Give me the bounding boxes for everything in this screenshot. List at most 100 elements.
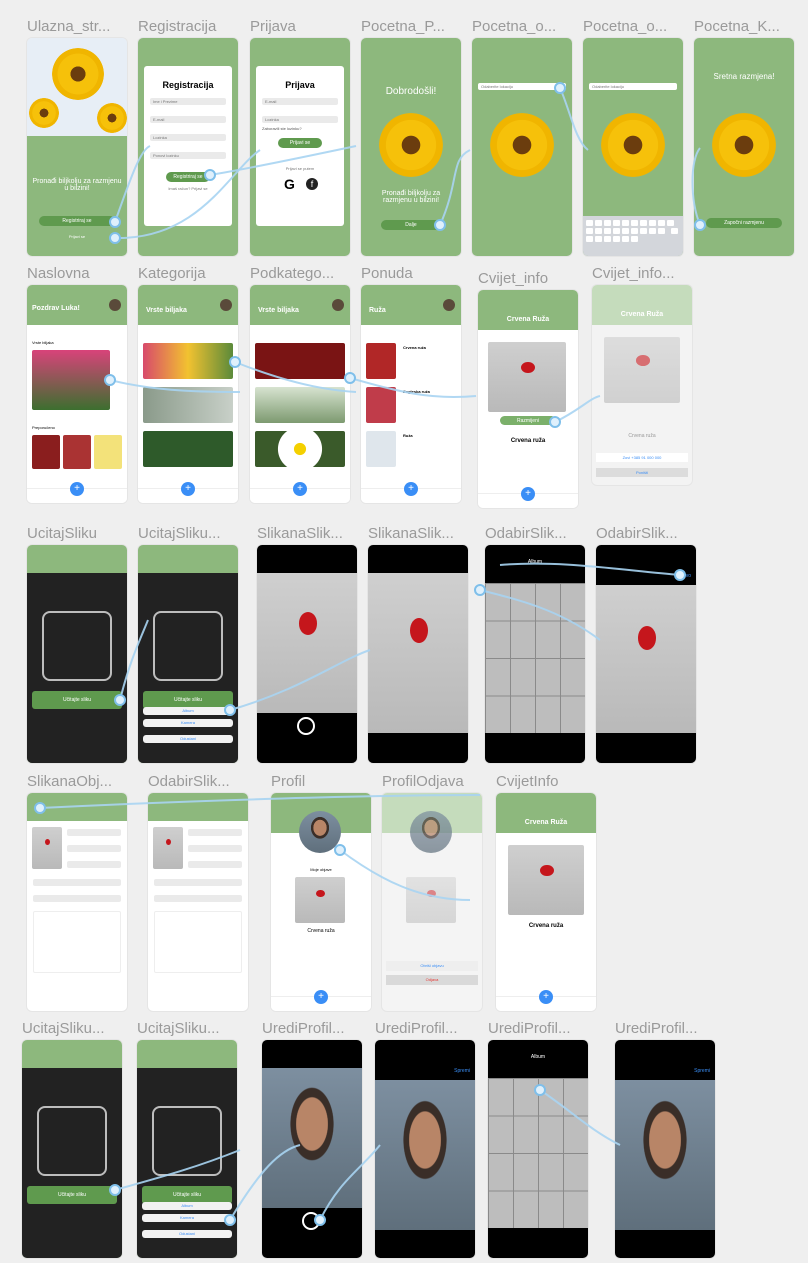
add-button[interactable]: + (521, 487, 535, 501)
next-button[interactable]: Dalje (381, 220, 441, 230)
album-option[interactable]: Album (142, 1202, 232, 1210)
save-button[interactable]: Spremi (694, 1068, 710, 1074)
offer-photo[interactable] (366, 431, 396, 467)
cancel-option[interactable]: Odustani (143, 735, 233, 743)
cancel-option[interactable]: Odustani (142, 1230, 232, 1238)
avatar[interactable] (332, 299, 344, 311)
form-field[interactable] (67, 829, 121, 836)
add-button[interactable]: + (70, 482, 84, 496)
exchange-button[interactable]: Razmijeni (500, 416, 556, 425)
confirm-password-field[interactable]: Ponovi lozinku (150, 152, 226, 159)
description-field[interactable] (154, 911, 242, 973)
location-field[interactable]: Odaberite lokaciju (589, 83, 677, 90)
login-link[interactable]: Prijavi se (27, 234, 127, 239)
tagline: Pronađi biljkolju za razmjenu u bilzini! (381, 190, 441, 204)
form-field[interactable] (33, 895, 121, 902)
subcategory-photo[interactable] (255, 387, 345, 423)
frame-slikana-objava: SlikanaObj... (27, 773, 127, 1011)
post-photo[interactable] (295, 877, 345, 923)
post-photo (406, 877, 456, 923)
subcategory-photo[interactable] (255, 343, 345, 379)
email-field[interactable]: E-mail (150, 116, 226, 123)
profile-avatar[interactable] (299, 811, 341, 853)
form-field[interactable] (188, 861, 242, 868)
category-photo[interactable] (143, 431, 233, 467)
done-button[interactable]: Gotovo (675, 573, 691, 579)
password-field[interactable]: Lozinka (262, 116, 338, 123)
shutter-button[interactable] (297, 717, 315, 735)
form-field[interactable] (33, 879, 121, 886)
upload-image-button[interactable]: Učitajte sliku (32, 691, 122, 709)
logout-option[interactable]: Odjava (386, 975, 478, 985)
form-field[interactable] (67, 861, 121, 868)
sunflower-image (97, 103, 127, 133)
post-title: Crvena ruža (307, 928, 335, 934)
frame-ucitaj-4: UcitajSliku... Učitajte sliku Album Kame… (137, 1020, 237, 1258)
form-field[interactable] (188, 829, 242, 836)
sunflower-image (52, 48, 104, 100)
frame-ponuda: Ponuda Ruža Crvena ruža Engleska ruža Ru… (361, 265, 461, 503)
offer-photo[interactable] (366, 343, 396, 379)
page-title: Ruža (369, 307, 386, 314)
description-field[interactable] (33, 911, 121, 973)
avatar[interactable] (220, 299, 232, 311)
add-button[interactable]: + (181, 482, 195, 496)
google-icon[interactable]: G (284, 176, 295, 192)
photo-grid[interactable] (488, 1078, 588, 1228)
subcategory-photo[interactable] (255, 431, 345, 467)
password-field[interactable]: Lozinka (150, 134, 226, 141)
album-header: Album (530, 1054, 546, 1060)
image-placeholder-icon (153, 611, 223, 681)
album-header: Album (527, 559, 543, 565)
category-photo[interactable] (32, 350, 110, 410)
add-button[interactable]: + (404, 482, 418, 496)
frame-title: Profil (271, 773, 306, 790)
name-field[interactable]: Ime i Prezime (150, 98, 226, 105)
photo-grid[interactable] (485, 583, 585, 733)
keyboard[interactable] (583, 216, 683, 256)
save-button[interactable]: Spremi (454, 1068, 470, 1074)
offer-photo[interactable] (366, 387, 396, 423)
recommended-photo[interactable] (94, 435, 122, 469)
recommended-photo[interactable] (63, 435, 91, 469)
form-field[interactable] (67, 845, 121, 852)
camera-option[interactable]: Kamera (143, 719, 233, 727)
camera-preview (257, 573, 357, 713)
add-button[interactable]: + (293, 482, 307, 496)
avatar[interactable] (443, 299, 455, 311)
start-button[interactable]: Započni razmjenu (706, 218, 782, 228)
avatar[interactable] (109, 299, 121, 311)
register-button[interactable]: Registriraj se (39, 216, 115, 226)
shutter-button[interactable] (302, 1212, 320, 1230)
upload-image-button[interactable]: Učitajte sliku (27, 1186, 117, 1204)
email-field[interactable]: E-mail (262, 98, 338, 105)
happy-exchange-heading: Sretna razmjena! (713, 72, 775, 81)
post-photo (153, 827, 183, 869)
facebook-icon[interactable]: f (306, 178, 318, 190)
recommended-photo[interactable] (32, 435, 60, 469)
login-button[interactable]: Prijavi se (278, 138, 322, 148)
frame-title: UcitajSliku... (138, 525, 221, 542)
call-button[interactable]: Zovi +385 91 000 000 (596, 453, 688, 462)
selected-photo (596, 585, 696, 733)
add-button[interactable]: + (539, 990, 553, 1004)
location-field[interactable]: Odaberite lokaciju (478, 83, 566, 90)
frame-slikana-2: SlikanaSlik... (368, 525, 468, 763)
form-field[interactable] (154, 895, 242, 902)
category-photo[interactable] (143, 387, 233, 423)
category-photo[interactable] (143, 343, 233, 379)
album-option[interactable]: Album (143, 707, 233, 715)
forgot-password-link[interactable]: Zaboravili ste lozinku? (262, 126, 302, 131)
camera-option[interactable]: Kamera (142, 1214, 232, 1222)
register-button[interactable]: Registriraj se (166, 172, 210, 182)
profile-avatar[interactable] (410, 811, 452, 853)
frame-cvijet-info: Cvijet_info Crvena Ruža Razmijeni Crvena… (478, 270, 578, 508)
frame-odabir-2: OdabirSlik... Gotovo (596, 525, 696, 763)
frame-naslovna: Naslovna Pozdrav Luka! Vrste biljaka Pre… (27, 265, 127, 503)
cancel-button[interactable]: Poništi (596, 468, 688, 477)
form-field[interactable] (188, 845, 242, 852)
delete-post-option[interactable]: Obriši objavu (386, 961, 478, 971)
login-link[interactable]: Imaš račun? Prijavi se (144, 186, 232, 191)
form-field[interactable] (154, 879, 242, 886)
add-button[interactable]: + (314, 990, 328, 1004)
